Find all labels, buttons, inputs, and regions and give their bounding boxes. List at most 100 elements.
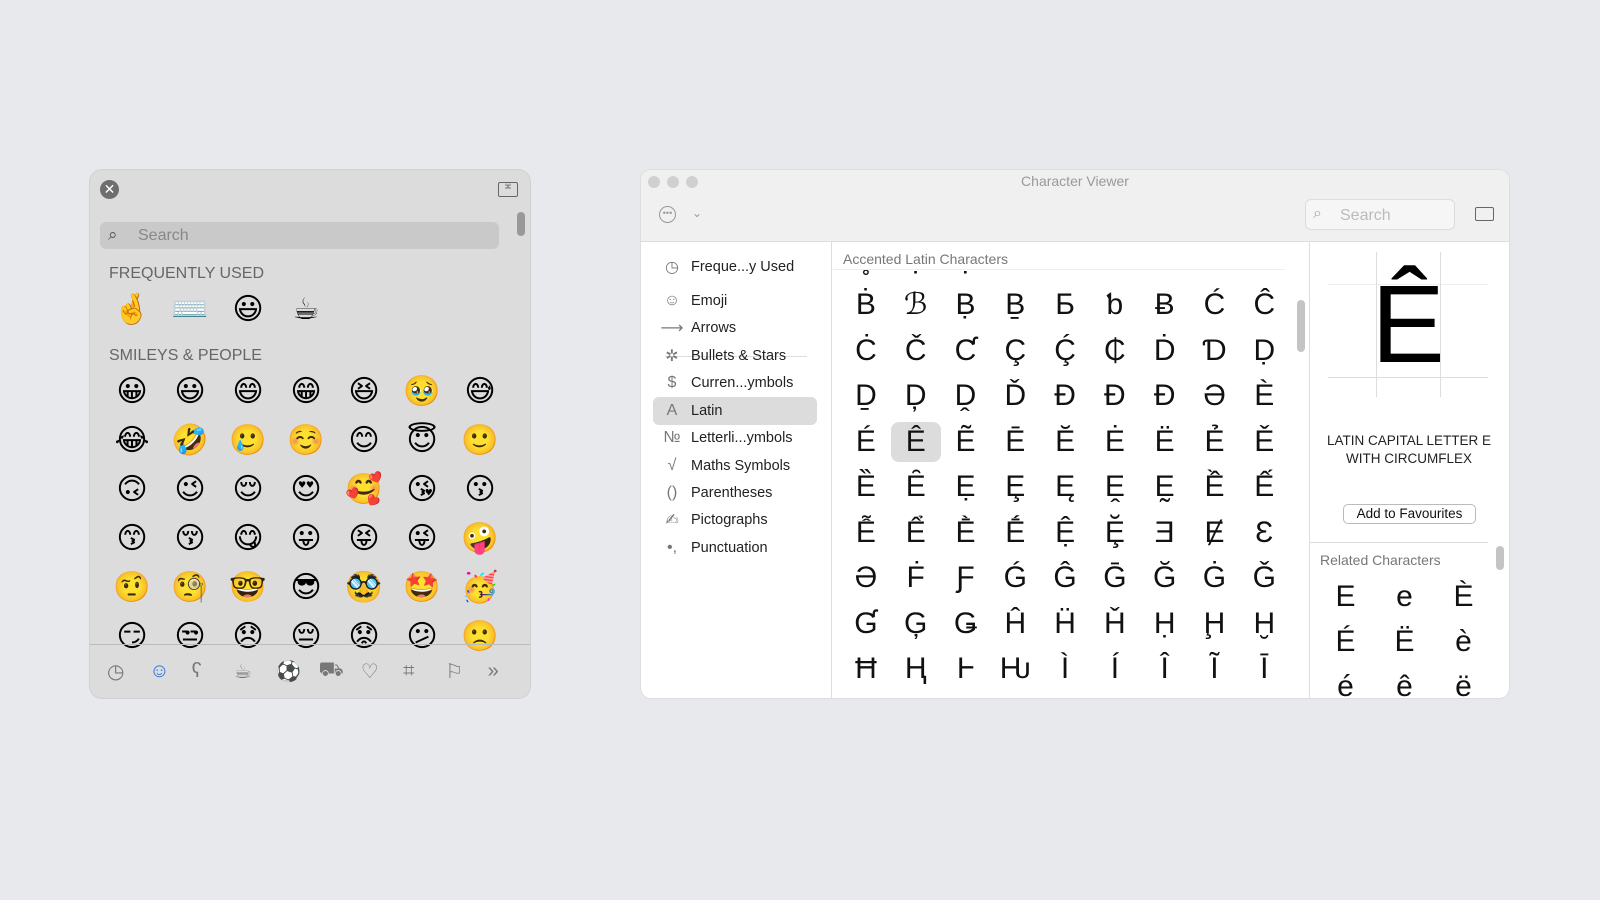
symbols-icon[interactable]: ⌗ bbox=[403, 660, 445, 683]
car-icon[interactable]: ⛟ bbox=[318, 659, 360, 684]
character-cell[interactable]: Ď bbox=[990, 376, 1040, 416]
sidebar-item[interactable]: •, Punctuation bbox=[653, 534, 817, 562]
emoji-button[interactable]: 😝 bbox=[335, 519, 393, 559]
character-cell[interactable]: Ħ bbox=[841, 649, 891, 689]
character-cell[interactable]: Ě bbox=[1239, 422, 1285, 462]
character-cell[interactable]: Ḥ bbox=[1140, 604, 1190, 644]
switch-to-character-viewer-icon[interactable]: ⌘ bbox=[498, 182, 518, 197]
character-cell[interactable]: Ḟ bbox=[891, 558, 941, 598]
emoji-button[interactable]: 😜 bbox=[393, 519, 451, 559]
character-cell[interactable]: Ģ bbox=[891, 604, 941, 644]
sidebar-item[interactable]: √ Maths Symbols bbox=[653, 452, 817, 480]
character-cell[interactable]: Ḛ bbox=[1140, 467, 1190, 507]
character-cell[interactable]: Ə bbox=[1190, 376, 1240, 416]
character-cell[interactable]: Ē bbox=[990, 422, 1040, 462]
character-cell[interactable]: Ḑ bbox=[891, 376, 941, 416]
character-cell[interactable]: Ḡ bbox=[1090, 558, 1140, 598]
character-cell[interactable]: Ê bbox=[890, 421, 941, 462]
emoji-button[interactable]: 😘 bbox=[393, 470, 451, 510]
character-cell[interactable]: Ǧ bbox=[1239, 558, 1285, 598]
emoji-button[interactable]: 😍 bbox=[277, 470, 335, 510]
character-cell[interactable]: Ĝ bbox=[1040, 558, 1090, 598]
character-cell[interactable]: Ī bbox=[1239, 649, 1285, 689]
character-cell[interactable]: Б bbox=[1040, 285, 1090, 325]
character-cell[interactable]: Ç bbox=[990, 331, 1040, 371]
character-cell[interactable]: Ğ bbox=[1140, 558, 1190, 598]
sidebar-item[interactable]: № Letterli...ymbols bbox=[653, 424, 817, 452]
emoji-button[interactable]: 😙 bbox=[103, 519, 161, 559]
close-button[interactable]: ✕ bbox=[100, 180, 119, 199]
character-cell[interactable]: Í bbox=[1090, 649, 1140, 689]
related-character[interactable]: È bbox=[1434, 574, 1493, 619]
character-cell[interactable]: Ɛ bbox=[1239, 513, 1285, 553]
character-cell[interactable]: Ḕ bbox=[941, 513, 991, 553]
character-cell[interactable]: Ḗ bbox=[990, 513, 1040, 553]
character-cell[interactable]: Ệ bbox=[1040, 513, 1090, 553]
emoji-button[interactable]: 😃 bbox=[161, 372, 219, 412]
chevron-down-icon[interactable]: ⌄ bbox=[692, 206, 702, 220]
character-cell[interactable]: Ḅ bbox=[941, 285, 991, 325]
food-icon[interactable]: ☕ bbox=[234, 659, 276, 684]
sidebar-item[interactable]: ☺ Emoji bbox=[653, 287, 817, 315]
emoji-button[interactable]: 🥹 bbox=[393, 372, 451, 412]
emoji-button[interactable]: ☺️ bbox=[277, 421, 335, 461]
emoji-button[interactable]: 😆 bbox=[335, 372, 393, 412]
character-cell[interactable]: Ḧ bbox=[1040, 604, 1090, 644]
detail-scrollbar[interactable] bbox=[1496, 546, 1504, 570]
emoji-button[interactable]: ☕ bbox=[277, 290, 335, 330]
sidebar-item[interactable]: () Parentheses bbox=[653, 479, 817, 507]
character-cell[interactable]: Đ bbox=[1040, 376, 1090, 416]
emoji-button[interactable]: 😊 bbox=[335, 421, 393, 461]
character-cell[interactable]: Ế bbox=[1239, 467, 1285, 507]
character-cell[interactable]: Ḋ bbox=[1140, 331, 1190, 371]
emoji-button[interactable]: 🥳 bbox=[451, 568, 509, 608]
emoji-button[interactable]: 🙂 bbox=[451, 421, 509, 461]
emoji-button[interactable]: 🙃 bbox=[103, 470, 161, 510]
character-cell[interactable]: Ḝ bbox=[1090, 513, 1140, 553]
character-cell[interactable]: Ĩ bbox=[1190, 649, 1240, 689]
character-cell[interactable]: Ḍ bbox=[1239, 331, 1285, 371]
character-cell[interactable]: ₵ bbox=[1090, 331, 1140, 371]
switch-to-emoji-picker-icon[interactable] bbox=[1475, 207, 1494, 221]
emoji-button[interactable]: 🥸 bbox=[335, 568, 393, 608]
character-cell[interactable]: Ĕ bbox=[1040, 422, 1090, 462]
emoji-button[interactable]: 😃 bbox=[219, 290, 277, 330]
character-cell[interactable]: Ḩ bbox=[1190, 604, 1240, 644]
emoji-button[interactable]: 😇 bbox=[393, 421, 451, 461]
emoji-button[interactable]: 😛 bbox=[277, 519, 335, 559]
bear-icon[interactable]: ʕ bbox=[192, 660, 234, 683]
character-cell[interactable]: Ċ bbox=[841, 331, 891, 371]
character-cell[interactable]: Ɖ bbox=[1090, 376, 1140, 416]
related-character[interactable]: É bbox=[1316, 619, 1375, 664]
character-cell[interactable]: Ễ bbox=[841, 513, 891, 553]
emoji-button[interactable]: 😀 bbox=[103, 372, 161, 412]
emoji-button[interactable]: 🤨 bbox=[103, 568, 161, 608]
sidebar-item[interactable]: ✲ Bullets & Stars bbox=[653, 342, 817, 370]
clock-icon[interactable]: ◷ bbox=[107, 659, 149, 684]
emoji-button[interactable]: 😌 bbox=[219, 470, 277, 510]
character-cell[interactable]: Ⱨ bbox=[891, 649, 941, 689]
character-cell[interactable]: È bbox=[1239, 376, 1285, 416]
character-cell[interactable]: Ƕ bbox=[990, 649, 1040, 689]
emoji-button[interactable]: 😄 bbox=[219, 372, 277, 412]
related-character[interactable]: ê bbox=[1375, 664, 1434, 698]
sidebar-item[interactable]: ◷ Freque...y Used bbox=[653, 253, 817, 281]
character-cell[interactable]: ƅ bbox=[1090, 285, 1140, 325]
emoji-button[interactable]: 🥲 bbox=[219, 421, 277, 461]
character-cell[interactable]: Ḉ bbox=[1040, 331, 1090, 371]
sidebar-item[interactable]: ⟶ Arrows bbox=[653, 314, 817, 342]
sidebar-item[interactable]: A Latin bbox=[653, 397, 817, 425]
sidebar-item[interactable]: $ Curren...ymbols bbox=[653, 369, 817, 397]
related-character[interactable]: e bbox=[1375, 574, 1434, 619]
character-cell[interactable]: Ȩ bbox=[990, 467, 1040, 507]
character-cell[interactable]: Ə bbox=[841, 558, 891, 598]
grid-scrollbar[interactable] bbox=[1297, 300, 1305, 352]
emoji-button[interactable]: 😚 bbox=[161, 519, 219, 559]
character-cell[interactable]: Ĥ bbox=[990, 604, 1040, 644]
more-icon[interactable]: » bbox=[488, 660, 530, 683]
emoji-button[interactable]: 😉 bbox=[161, 470, 219, 510]
character-cell[interactable]: Ḇ bbox=[990, 285, 1040, 325]
search-input[interactable]: ⌕ Search bbox=[100, 222, 499, 249]
character-cell[interactable]: Ƒ bbox=[941, 558, 991, 598]
character-cell[interactable]: Ƀ bbox=[1140, 285, 1190, 325]
